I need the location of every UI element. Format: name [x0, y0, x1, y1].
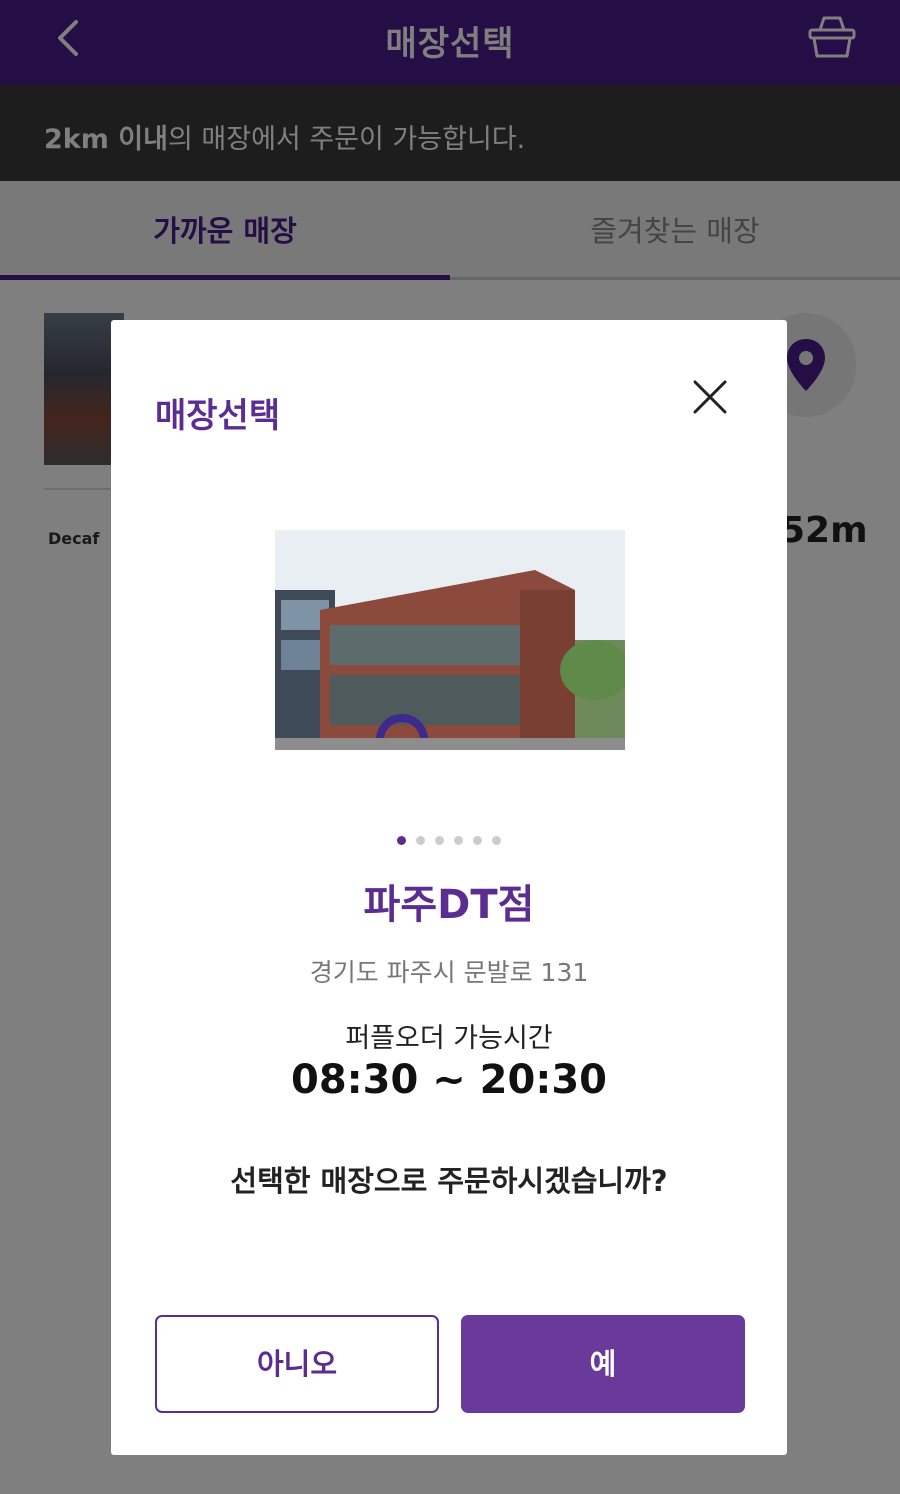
pagination-dot[interactable] — [416, 836, 425, 845]
modal-title: 매장선택 — [155, 396, 281, 436]
pagination-dot[interactable] — [435, 836, 444, 845]
yes-button[interactable]: 예 — [461, 1315, 745, 1413]
store-building-image — [275, 530, 625, 750]
order-hours-label: 퍼플오더 가능시간 — [345, 1023, 553, 1054]
pagination-dot-active[interactable] — [397, 836, 406, 845]
confirm-question: 선택한 매장으로 주문하시겠습니까? — [230, 1164, 668, 1198]
store-select-modal: 매장선택 파주DT점 경기도 파주시 문발로 131 퍼플오더 가능시간 08:… — [111, 320, 787, 1455]
close-button[interactable] — [685, 372, 735, 422]
close-icon — [693, 380, 727, 414]
store-photo[interactable] — [275, 530, 625, 750]
store-address: 경기도 파주시 문발로 131 — [309, 958, 589, 987]
pagination-dot[interactable] — [454, 836, 463, 845]
order-hours-value: 08:30 ~ 20:30 — [290, 1057, 607, 1103]
no-button[interactable]: 아니오 — [155, 1315, 439, 1413]
store-name: 파주DT점 — [363, 882, 535, 928]
photo-pagination — [111, 830, 787, 849]
pagination-dot[interactable] — [492, 836, 501, 845]
pagination-dot[interactable] — [473, 836, 482, 845]
